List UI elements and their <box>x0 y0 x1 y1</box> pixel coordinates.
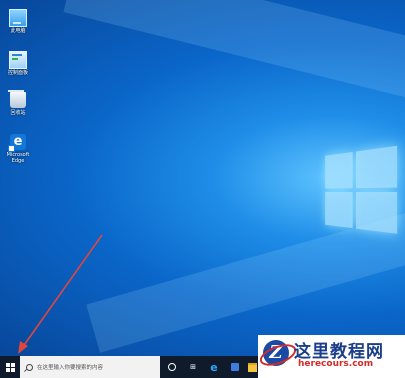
windows-start-icon <box>5 362 15 372</box>
start-button[interactable] <box>0 356 20 378</box>
search-placeholder: 在这里输入你要搜索的内容 <box>37 365 104 371</box>
watermark: Z 这里教程网 herecours.com <box>258 335 405 378</box>
task-view-button[interactable]: ⊞ <box>183 356 203 378</box>
task-view-icon: ⊞ <box>190 363 196 371</box>
desktop[interactable]: 此电脑 控制面板 回收站 e Microsoft Edge <box>0 0 405 356</box>
folder-icon <box>247 362 257 372</box>
search-icon <box>26 363 33 371</box>
annotation-arrow <box>18 234 103 354</box>
taskbar-search-box[interactable]: 在这里输入你要搜索的内容 <box>20 356 160 378</box>
taskbar-edge-button[interactable]: e <box>205 356 223 378</box>
cortana-button[interactable] <box>162 356 182 378</box>
store-icon <box>231 363 239 371</box>
edge-icon: e <box>210 360 218 374</box>
taskbar-store-button[interactable] <box>226 356 244 378</box>
watermark-logo: Z <box>263 340 289 366</box>
watermark-url: herecours.com <box>298 359 374 369</box>
cortana-icon <box>168 363 176 371</box>
